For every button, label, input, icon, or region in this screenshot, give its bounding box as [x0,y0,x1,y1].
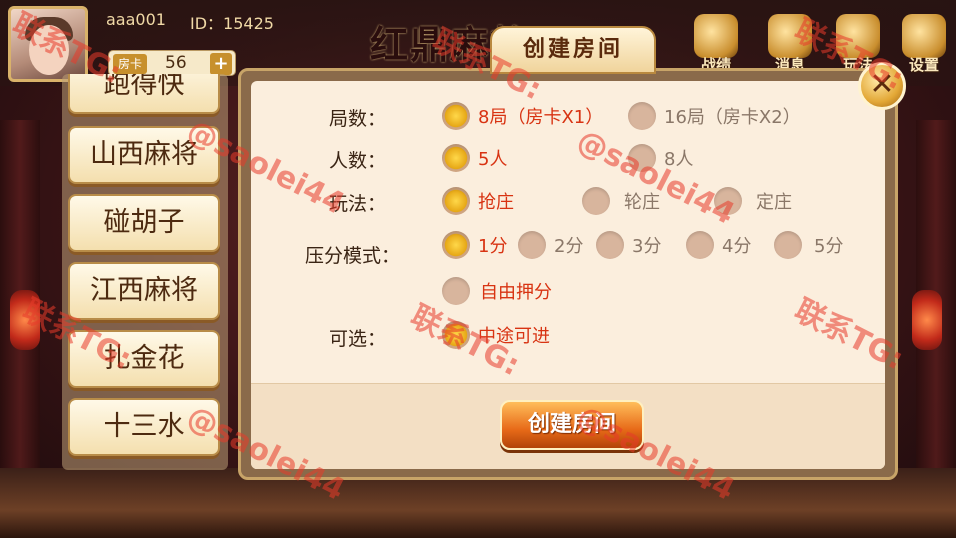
bet-option-3[interactable]: 3分 [596,230,661,260]
optional-label: 可选： [328,328,386,350]
radio-selected [442,187,470,215]
option-label: 定庄 [756,192,792,213]
close-button[interactable]: ✕ [858,62,906,110]
avatar[interactable] [8,6,88,82]
message-icon [768,14,812,58]
game-item[interactable]: 山西麻将 [68,126,220,184]
bet-option-5[interactable]: 5分 [774,230,843,260]
game-item[interactable]: 十三水 [68,398,220,456]
radio-unselected [582,187,610,215]
bet-option-4[interactable]: 4分 [686,230,751,260]
option-label: 抢庄 [478,192,514,213]
nav-messages[interactable]: 消息 [764,14,816,75]
radio-unselected [714,187,742,215]
players-option-8[interactable]: 8人 [628,143,693,173]
nav-records[interactable]: 战绩 [690,14,742,75]
radio-unselected [686,231,714,259]
gear-icon [902,14,946,58]
radio-unselected [774,231,802,259]
bet-option-1[interactable]: 1分 [442,230,507,260]
game-item[interactable]: 扎金花 [68,330,220,388]
nav-settings[interactable]: 设置 [898,14,950,75]
option-label: 8人 [664,149,694,170]
option-label: 5分 [814,236,844,257]
radio-selected [442,231,470,259]
radio-selected [442,102,470,130]
room-card-label: 房卡 [113,54,147,74]
radio-unselected [628,102,656,130]
radio-unselected [628,144,656,172]
room-card-counter: 房卡 56 + [108,50,236,76]
rounds-option-16[interactable]: 16局（房卡X2） [628,101,801,131]
nav-settings-label: 设置 [908,56,939,74]
room-card-count: 56 [165,53,187,73]
option-label: 2分 [554,236,584,257]
game-list[interactable]: 跑得快 山西麻将 碰胡子 江西麻将 扎金花 十三水 [62,74,228,470]
rounds-option-8[interactable]: 8局（房卡X1） [442,101,603,131]
option-label: 8局（房卡X1） [478,107,604,128]
mode-option-rotate[interactable]: 轮庄 [582,186,660,216]
add-card-button[interactable]: + [210,53,232,75]
radio-unselected [596,231,624,259]
option-label: 轮庄 [624,192,660,213]
bet-option-free[interactable]: 自由押分 [442,276,552,306]
game-item[interactable]: 碰胡子 [68,194,220,252]
bet-mode-label: 压分模式： [304,245,400,267]
option-join-midway[interactable]: 中途可进 [442,320,550,350]
mode-option-fixed[interactable]: 定庄 [714,186,792,216]
right-lantern [912,290,942,350]
rules-icon [836,14,880,58]
avatar-face [29,25,69,75]
radio-selected [442,144,470,172]
option-label: 自由押分 [480,282,552,303]
radio-unselected [518,231,546,259]
mode-option-grab[interactable]: 抢庄 [442,186,514,216]
option-label: 4分 [722,236,752,257]
option-label: 5人 [478,149,508,170]
players-label: 人数： [328,150,386,172]
user-id: ID：15425 [190,14,274,33]
dialog-title: 创建房间 [490,26,656,74]
option-label: 16局（房卡X2） [664,107,801,128]
left-lantern [10,290,40,350]
players-option-5[interactable]: 5人 [442,143,507,173]
mode-label: 玩法： [328,193,386,215]
game-item[interactable]: 江西麻将 [68,262,220,320]
username: aaa001 [106,10,166,29]
option-label: 3分 [632,236,662,257]
option-label: 中途可进 [478,326,550,347]
radio-unselected [442,277,470,305]
create-room-button[interactable]: 创建房间 [500,400,644,450]
trophy-icon [694,14,738,58]
game-item[interactable]: 跑得快 [68,74,220,114]
option-label: 1分 [478,236,508,257]
rounds-label: 局数： [328,108,386,130]
radio-selected [442,321,470,349]
bet-option-2[interactable]: 2分 [518,230,583,260]
